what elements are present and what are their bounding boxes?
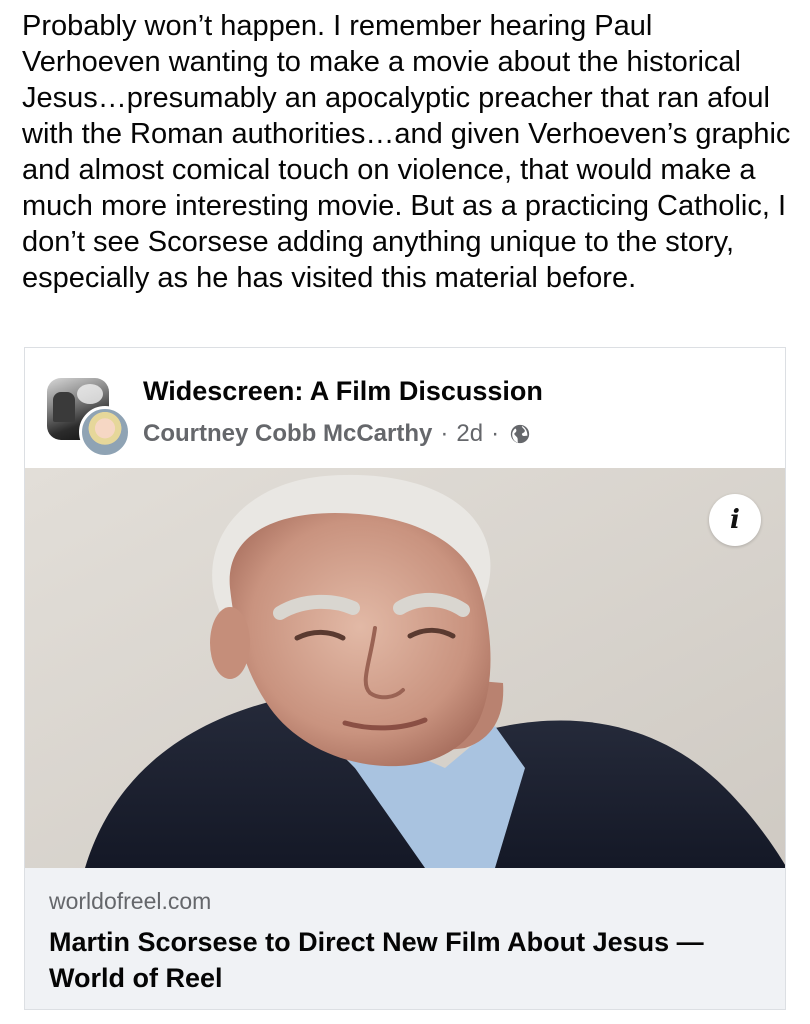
link-preview-image[interactable]: i xyxy=(25,468,785,868)
author-avatar[interactable] xyxy=(79,406,131,458)
link-preview-footer[interactable]: worldofreel.com Martin Scorsese to Direc… xyxy=(25,868,785,1009)
group-name-link[interactable]: Widescreen: A Film Discussion xyxy=(143,376,543,407)
globe-icon xyxy=(509,423,531,445)
portrait-photo xyxy=(25,468,785,868)
shared-post-card[interactable]: Widescreen: A Film Discussion Courtney C… xyxy=(24,347,786,1010)
post-timestamp[interactable]: 2d xyxy=(456,420,483,448)
info-button[interactable]: i xyxy=(709,494,761,546)
author-name-link[interactable]: Courtney Cobb McCarthy xyxy=(143,420,432,448)
meta-separator: · xyxy=(491,420,500,447)
post-meta: Courtney Cobb McCarthy · 2d · xyxy=(143,420,531,448)
shared-post-header: Widescreen: A Film Discussion Courtney C… xyxy=(25,348,785,468)
post-text: Probably won’t happen. I remember hearin… xyxy=(22,10,791,294)
link-title[interactable]: Martin Scorsese to Direct New Film About… xyxy=(49,924,769,996)
meta-separator: · xyxy=(440,420,449,447)
link-domain: worldofreel.com xyxy=(49,888,212,914)
